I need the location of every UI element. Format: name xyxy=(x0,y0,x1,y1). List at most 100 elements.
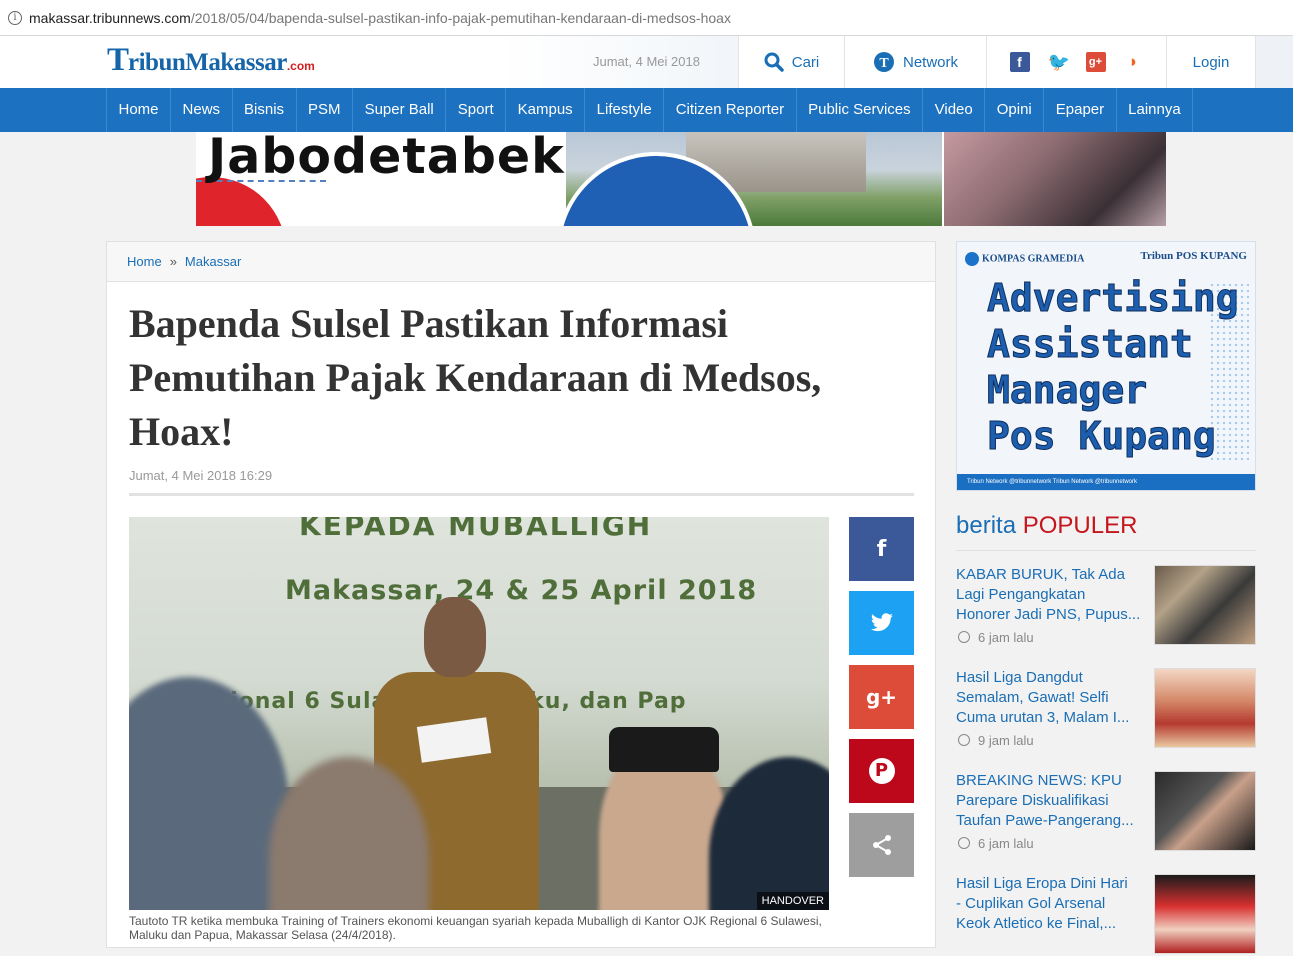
popular-item[interactable]: Hasil Liga Dangdut Semalam, Gawat! Selfi C… xyxy=(956,668,1256,750)
rss-icon[interactable]: ◗ xyxy=(1124,52,1144,72)
main-nav: Home News Bisnis PSM Super Ball Sport Kampus Li… xyxy=(0,88,1293,132)
popular-item-time-text: 6 jam lalu xyxy=(978,836,1034,851)
popular-item-title-line: - Cuplikan Gol Arsenal xyxy=(956,895,1106,912)
share-icon xyxy=(872,835,891,855)
popular-item-title-line: BREAKING NEWS: KPU xyxy=(956,772,1122,789)
image-banner-text-1: KEPADA MUBALLIGH xyxy=(299,517,653,542)
login-button[interactable]: Login xyxy=(1166,36,1256,88)
url-text[interactable]: makassar.tribunnews.com/2018/05/04/bapen… xyxy=(29,10,731,26)
nav-item-opini[interactable]: Opini xyxy=(985,88,1045,132)
popular-item-title[interactable]: BREAKING NEWS: KPU Parepare Diskualifikas… xyxy=(956,771,1146,831)
nav-item-public-services[interactable]: Public Services xyxy=(797,88,924,132)
nav-item-sport[interactable]: Sport xyxy=(446,88,507,132)
nav-item-lifestyle[interactable]: Lifestyle xyxy=(585,88,665,132)
site-logo[interactable]: TribunMakassar.com xyxy=(107,42,315,82)
network-button[interactable]: T Network xyxy=(844,36,986,88)
popular-item-title-line: Honorer Jadi PNS, Pupus... xyxy=(956,606,1141,623)
popular-item-thumbnail[interactable] xyxy=(1154,668,1256,748)
nav-item-super-ball[interactable]: Super Ball xyxy=(353,88,447,132)
nav-item-video[interactable]: Video xyxy=(923,88,986,132)
pinterest-icon: P xyxy=(868,758,895,784)
banner-photo-crowd xyxy=(944,132,1166,226)
header-date: Jumat, 4 Mei 2018 xyxy=(593,54,700,69)
breadcrumb-home[interactable]: Home xyxy=(127,254,162,269)
logo-t: T xyxy=(107,42,129,78)
svg-text:T: T xyxy=(879,56,889,71)
nav-item-psm[interactable]: PSM xyxy=(297,88,354,132)
popular-item-thumbnail[interactable] xyxy=(1154,565,1256,645)
logo-com: .com xyxy=(286,59,315,73)
share-pinterest-button[interactable]: P xyxy=(849,739,914,803)
image-caption: Tautoto TR ketika membuka Training of Tr… xyxy=(129,914,822,942)
search-button[interactable]: Cari xyxy=(738,36,844,88)
nav-item-kampus[interactable]: Kampus xyxy=(506,88,586,132)
nav-item-home[interactable]: Home xyxy=(107,88,172,132)
popular-item[interactable]: Hasil Liga Eropa Dini Hari - Cuplikan Gol… xyxy=(956,874,1256,956)
share-twitter-button[interactable] xyxy=(849,591,914,655)
popular-item-title[interactable]: Hasil Liga Dangdut Semalam, Gawat! Selfi C… xyxy=(956,668,1146,728)
popular-item-title[interactable]: KABAR BURUK, Tak Ada Lagi Pengangkatan Hon… xyxy=(956,565,1146,625)
googleplus-icon[interactable]: g+ xyxy=(1085,52,1106,72)
sidebar-ad[interactable]: KOMPAS GRAMEDIA Tribun POS KUPANG Advert… xyxy=(956,241,1256,491)
share-more-button[interactable] xyxy=(849,813,914,877)
breadcrumb-section[interactable]: Makassar xyxy=(185,254,241,269)
popular-divider xyxy=(956,550,1256,551)
article-title: Bapenda Sulsel Pastikan Informasi Pemuti… xyxy=(129,301,822,454)
browser-url-bar[interactable]: i makassar.tribunnews.com/2018/05/04/bap… xyxy=(0,0,1293,36)
ad-line-3: Manager xyxy=(986,368,1148,413)
tribun-network-icon: T xyxy=(873,52,894,72)
googleplus-icon: g+ xyxy=(865,685,898,709)
clock-icon xyxy=(958,837,970,849)
popular-item-title[interactable]: Hasil Liga Eropa Dini Hari - Cuplikan Gol… xyxy=(956,874,1146,934)
popular-item-title-line: Cuma urutan 3, Malam I... xyxy=(956,709,1130,726)
share-facebook-button[interactable]: f xyxy=(849,517,914,581)
popular-item-time-text: 9 jam lalu xyxy=(978,733,1034,748)
kompas-icon xyxy=(965,252,979,266)
logo-word: ribunMakassar xyxy=(128,49,287,76)
search-label: Cari xyxy=(791,53,820,71)
nav-item-epaper[interactable]: Epaper xyxy=(1044,88,1117,132)
top-banner-ad[interactable]: Jabodetabek xyxy=(196,132,1166,226)
popular-item-time-text: 6 jam lalu xyxy=(978,630,1034,645)
article-main-image[interactable]: KEPADA MUBALLIGH Makassar, 24 & 25 April… xyxy=(129,517,829,910)
clock-icon xyxy=(958,631,970,643)
popular-item-time: 6 jam lalu xyxy=(958,630,1034,645)
speaker-head xyxy=(424,597,486,677)
nav-item-citizen-reporter[interactable]: Citizen Reporter xyxy=(664,88,797,132)
popular-item-thumbnail[interactable] xyxy=(1154,771,1256,851)
popular-item[interactable]: KABAR BURUK, Tak Ada Lagi Pengangkatan Hon… xyxy=(956,565,1256,647)
network-label: Network xyxy=(902,53,958,71)
social-links: f 🐦 g+ ◗ xyxy=(986,36,1166,88)
facebook-icon[interactable]: f xyxy=(1009,52,1030,72)
url-path: /2018/05/04/bapenda-sulsel-pastikan-info… xyxy=(190,10,731,26)
popular-heading-hot: POPULER xyxy=(1022,512,1138,539)
nav-item-bisnis[interactable]: Bisnis xyxy=(233,88,297,132)
popular-item-title-line: Hasil Liga Dangdut xyxy=(956,669,1083,686)
ad-footer: Tribun Network @tribunnetwork Tribun Net… xyxy=(957,474,1255,490)
popular-item-title-line: Taufan Pawe-Pangerang... xyxy=(956,812,1134,829)
ad-line-2: Assistant xyxy=(987,322,1194,367)
popular-item-title-line: KABAR BURUK, Tak Ada xyxy=(956,566,1125,583)
popular-item[interactable]: BREAKING NEWS: KPU Parepare Diskualifikas… xyxy=(956,771,1256,853)
site-header: TribunMakassar.com Jumat, 4 Mei 2018 Car… xyxy=(0,36,1293,88)
divider xyxy=(129,493,914,496)
nav-list: Home News Bisnis PSM Super Ball Sport Kampus Li… xyxy=(106,88,1194,132)
search-icon xyxy=(764,52,784,72)
article-container: Home » Makassar Bapenda Sulsel Pastikan In… xyxy=(106,241,936,948)
twitter-icon[interactable]: 🐦 xyxy=(1048,52,1070,72)
share-googleplus-button[interactable]: g+ xyxy=(849,665,914,729)
popular-heading: berita POPULER xyxy=(956,512,1137,540)
popular-item-title-line: Lagi Pengangkatan xyxy=(956,586,1086,603)
popular-item-title-line: Semalam, Gawat! Selfi xyxy=(956,689,1109,706)
nav-item-lainnya[interactable]: Lainnya xyxy=(1117,88,1194,132)
facebook-icon: f xyxy=(876,536,887,562)
twitter-icon xyxy=(870,613,893,632)
popular-item-time: 9 jam lalu xyxy=(958,733,1034,748)
site-info-icon[interactable]: i xyxy=(8,11,22,25)
banner-headline: Jabodetabek xyxy=(208,132,565,185)
ad-brand: Tribun POS KUPANG xyxy=(1140,250,1247,262)
popular-item-thumbnail[interactable] xyxy=(1154,874,1256,954)
popular-item-title-line: Hasil Liga Eropa Dini Hari xyxy=(956,875,1128,892)
url-host: makassar.tribunnews.com xyxy=(29,10,191,26)
nav-item-news[interactable]: News xyxy=(171,88,233,132)
